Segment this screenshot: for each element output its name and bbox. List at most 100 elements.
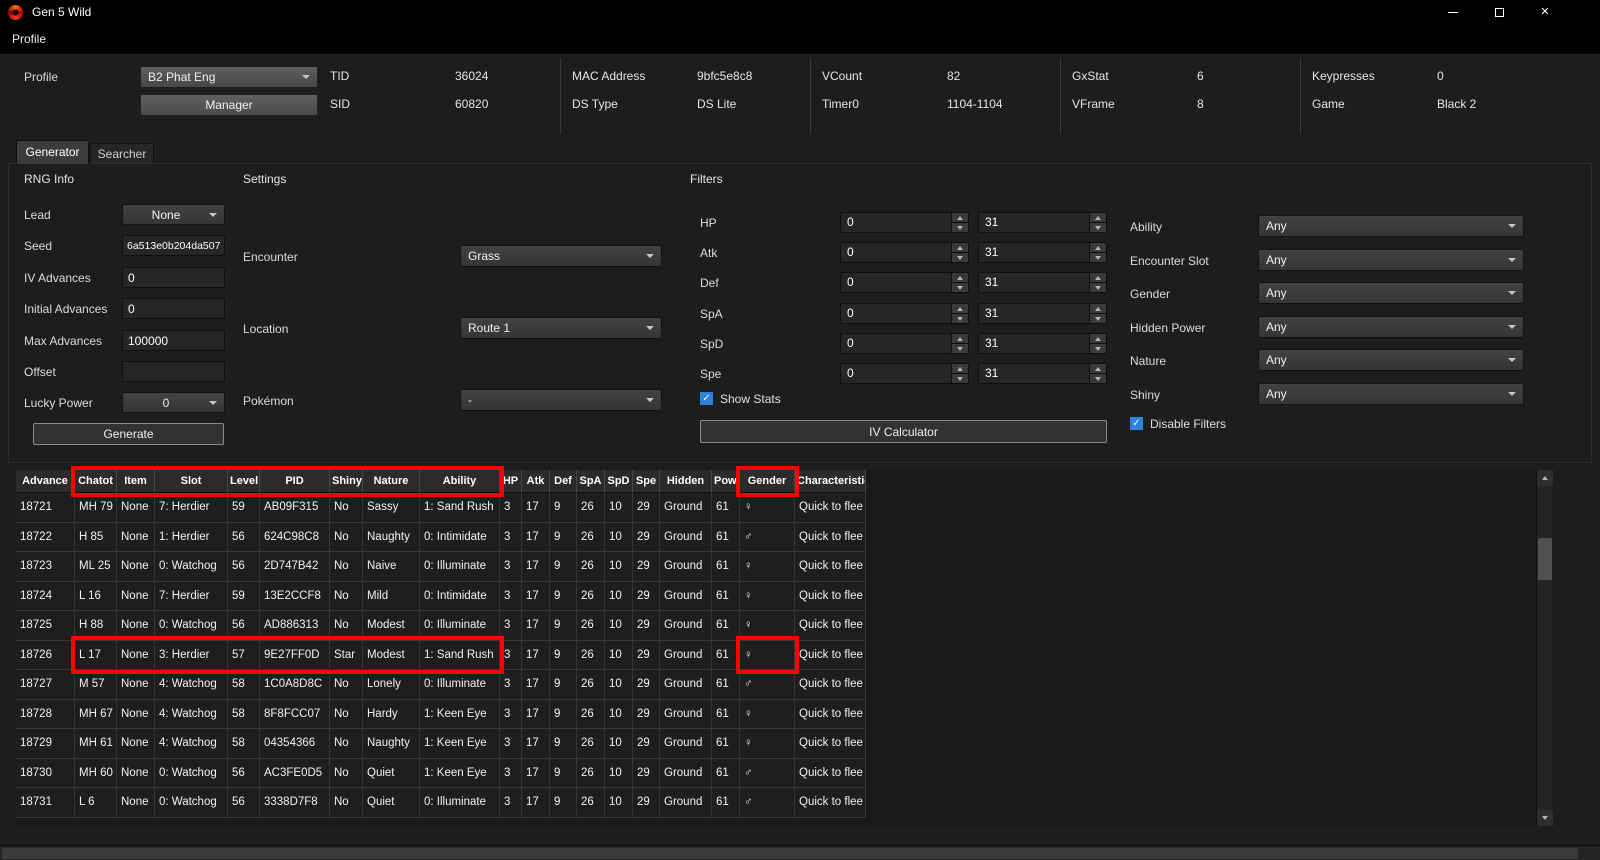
results-cell[interactable]: 3 [500,759,522,789]
results-cell[interactable]: 3 [500,582,522,612]
seed-input[interactable] [122,235,225,256]
results-column-header[interactable]: Level [228,470,260,493]
results-cell[interactable]: 3 [500,641,522,671]
results-cell[interactable]: 10 [605,759,633,789]
results-cell[interactable]: MH 60 [75,759,117,789]
results-cell[interactable]: 29 [633,670,660,700]
results-cell[interactable]: 29 [633,729,660,759]
spin-down-button[interactable] [952,314,968,323]
results-cell[interactable]: Quick to flee [795,493,866,523]
results-cell[interactable]: Quiet [363,759,420,789]
results-cell[interactable]: 17 [522,729,550,759]
results-cell[interactable]: None [117,493,155,523]
results-cell[interactable]: 9E27FF0D [260,641,330,671]
results-cell[interactable]: Quick to flee [795,611,866,641]
results-cell[interactable]: 10 [605,670,633,700]
results-cell[interactable]: No [330,700,363,730]
results-cell[interactable]: 7: Herdier [155,493,228,523]
results-cell[interactable]: 26 [577,493,605,523]
results-cell[interactable]: 9 [550,788,577,818]
results-cell[interactable]: 61 [712,729,740,759]
results-cell[interactable]: Ground [660,582,712,612]
tab-generator[interactable]: Generator [16,140,89,164]
lucky-power-select[interactable]: 0 [122,392,225,413]
results-column-header[interactable]: Advance [16,470,75,493]
results-cell[interactable]: ♀ [740,729,795,759]
def-min-spinbox[interactable]: 0 [840,272,969,293]
results-cell[interactable]: 9 [550,493,577,523]
spe-max-spinbox[interactable]: 31 [978,363,1107,384]
atk-max-spinbox[interactable]: 31 [978,242,1107,263]
results-cell[interactable]: 1: Sand Rush [420,641,500,671]
results-cell[interactable]: None [117,552,155,582]
results-cell[interactable]: 61 [712,611,740,641]
results-cell[interactable]: L 17 [75,641,117,671]
nature-filter-select[interactable]: Any [1258,349,1524,371]
encounter-slot-filter-select[interactable]: Any [1258,249,1524,271]
spin-up-button[interactable] [1090,334,1106,344]
results-cell[interactable]: Ground [660,670,712,700]
results-cell[interactable]: 61 [712,582,740,612]
spin-up-button[interactable] [952,364,968,374]
results-cell[interactable]: MH 61 [75,729,117,759]
results-cell[interactable]: 0: Watchog [155,552,228,582]
results-cell[interactable]: Modest [363,641,420,671]
results-cell[interactable]: ML 25 [75,552,117,582]
results-cell[interactable]: 17 [522,523,550,553]
results-row[interactable]: 18730MH 60None0: Watchog56AC3FE0D5NoQuie… [16,759,1536,789]
results-cell[interactable]: 61 [712,759,740,789]
results-cell[interactable]: 3: Herdier [155,641,228,671]
spe-min-spinbox[interactable]: 0 [840,363,969,384]
results-cell[interactable]: 1: Keen Eye [420,729,500,759]
atk-min-spinbox[interactable]: 0 [840,242,969,263]
maximize-button[interactable] [1476,0,1522,24]
results-cell[interactable]: 26 [577,670,605,700]
results-cell[interactable]: 624C98C8 [260,523,330,553]
iv-advances-input[interactable] [122,267,225,288]
results-cell[interactable]: Hardy [363,700,420,730]
spin-down-button[interactable] [952,223,968,232]
results-cell[interactable]: None [117,582,155,612]
results-cell[interactable]: 10 [605,552,633,582]
results-cell[interactable]: No [330,552,363,582]
results-cell[interactable]: 10 [605,729,633,759]
results-cell[interactable]: Ground [660,552,712,582]
results-cell[interactable]: 29 [633,523,660,553]
results-cell[interactable]: 17 [522,759,550,789]
initial-advances-input[interactable] [122,298,225,319]
results-cell[interactable]: 1C0A8D8C [260,670,330,700]
results-row[interactable]: 18731L 6None0: Watchog563338D7F8NoQuiet0… [16,788,1536,818]
ability-filter-select[interactable]: Any [1258,215,1524,237]
results-row[interactable]: 18724L 16None7: Herdier5913E2CCF8NoMild0… [16,582,1536,612]
disable-filters-checkbox[interactable]: Disable Filters [1130,416,1226,431]
results-cell[interactable]: 9 [550,582,577,612]
lead-select[interactable]: None [122,204,225,225]
results-cell[interactable]: 29 [633,582,660,612]
results-cell[interactable]: 61 [712,493,740,523]
results-cell[interactable]: 17 [522,552,550,582]
results-cell[interactable]: 3338D7F8 [260,788,330,818]
results-cell[interactable]: Naughty [363,523,420,553]
results-cell[interactable]: 17 [522,611,550,641]
spin-up-button[interactable] [1090,243,1106,253]
results-cell[interactable]: 61 [712,552,740,582]
tab-searcher[interactable]: Searcher [90,143,154,164]
results-cell[interactable]: 0: Watchog [155,611,228,641]
results-cell[interactable]: Naughty [363,729,420,759]
results-column-header[interactable]: Gender [740,470,795,493]
gender-filter-select[interactable]: Any [1258,282,1524,304]
results-cell[interactable]: H 88 [75,611,117,641]
results-vertical-scrollbar[interactable] [1536,470,1552,826]
results-cell[interactable]: No [330,523,363,553]
shiny-filter-select[interactable]: Any [1258,383,1524,405]
results-cell[interactable]: Quick to flee [795,582,866,612]
results-cell[interactable]: 9 [550,552,577,582]
results-cell[interactable]: Naive [363,552,420,582]
results-cell[interactable]: Lonely [363,670,420,700]
results-cell[interactable]: 18728 [16,700,75,730]
results-cell[interactable]: 10 [605,700,633,730]
results-cell[interactable]: 3 [500,788,522,818]
titlebar[interactable]: Gen 5 Wild ✕ [0,0,1600,24]
spin-down-button[interactable] [952,253,968,262]
menu-profile[interactable]: Profile [0,24,58,54]
